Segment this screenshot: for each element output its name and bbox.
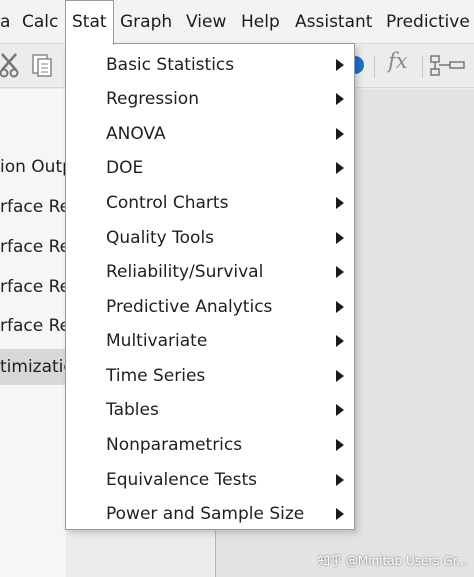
navigator-item[interactable]: rface Reg [0, 269, 66, 305]
menu-item-quality-tools[interactable]: Quality Tools [66, 221, 354, 255]
menu-item-doe[interactable]: DOE [66, 151, 354, 185]
menu-item-assistant[interactable]: Assistant [295, 0, 372, 44]
menu-item-label: Quality Tools [106, 228, 215, 248]
menu-item-regression[interactable]: Regression [66, 82, 354, 116]
menu-item-label: Equivalence Tests [106, 470, 258, 490]
menu-item-label: Time Series [106, 366, 206, 386]
menu-item-anova[interactable]: ANOVA [66, 117, 354, 151]
menu-item-label: Predictive Analytics [106, 297, 273, 317]
submenu-arrow-icon [336, 301, 344, 313]
submenu-arrow-icon [336, 335, 344, 347]
cut-icon[interactable] [0, 52, 22, 82]
submenu-arrow-icon [336, 370, 344, 382]
menu-item-help[interactable]: Help [241, 0, 280, 44]
menu-item-control-charts[interactable]: Control Charts [66, 186, 354, 220]
menu-bar: a Calc Stat Graph View Help Assistant Pr… [0, 0, 474, 45]
menu-item-stat[interactable]: Stat [65, 0, 114, 45]
submenu-arrow-icon [336, 197, 344, 209]
menu-item-label: Multivariate [106, 331, 208, 351]
menu-item-label: Control Charts [106, 193, 229, 213]
layout-icon[interactable] [430, 53, 470, 83]
navigator-item[interactable]: rface Reg [0, 189, 66, 225]
submenu-arrow-icon [336, 93, 344, 105]
menu-item-label: Power and Sample Size [106, 504, 305, 524]
toolbar-separator [374, 56, 375, 78]
paste-icon[interactable] [30, 52, 54, 82]
watermark: 知乎 @Minitab Users Gr... [318, 554, 468, 568]
submenu-arrow-icon [336, 59, 344, 71]
submenu-arrow-icon [336, 128, 344, 140]
submenu-arrow-icon [336, 439, 344, 451]
menu-item-basic-statistics[interactable]: Basic Statistics [66, 48, 354, 82]
menu-item-label: Regression [106, 89, 199, 109]
submenu-arrow-icon [336, 232, 344, 244]
formula-icon[interactable]: fx [388, 49, 408, 73]
navigator-item[interactable]: ion Outp [0, 149, 66, 185]
menu-item-predictive[interactable]: Predictive [386, 0, 470, 44]
submenu-arrow-icon [336, 474, 344, 486]
menu-item-label: ANOVA [106, 124, 166, 144]
navigator-item-selected[interactable]: timization [0, 349, 66, 385]
session-navigator: ion Outp rface Reg rface Reg rface Reg r… [0, 89, 66, 577]
menu-item-label: Reliability/Survival [106, 262, 264, 282]
submenu-arrow-icon [336, 162, 344, 174]
menu-item-tables[interactable]: Tables [66, 393, 354, 427]
navigator-item[interactable]: rface Reg [0, 308, 66, 344]
menu-item-nonparametrics[interactable]: Nonparametrics [66, 428, 354, 462]
menu-item-label: DOE [106, 158, 144, 178]
menu-item-label: Nonparametrics [106, 435, 243, 455]
menu-item-multivariate[interactable]: Multivariate [66, 324, 354, 358]
menu-item-graph[interactable]: Graph [120, 0, 172, 44]
menu-item-label: Basic Statistics [106, 55, 235, 75]
menu-item-predictive-analytics[interactable]: Predictive Analytics [66, 290, 354, 324]
stat-dropdown-menu: Basic Statistics Regression ANOVA DOE Co… [65, 43, 355, 530]
menu-item-equivalence-tests[interactable]: Equivalence Tests [66, 463, 354, 497]
menu-item-power-and-sample-size[interactable]: Power and Sample Size [66, 497, 354, 531]
toolbar-separator [422, 56, 423, 78]
navigator-item[interactable]: rface Reg [0, 229, 66, 265]
menu-item-time-series[interactable]: Time Series [66, 359, 354, 393]
menu-item-data[interactable]: a [0, 0, 10, 44]
submenu-arrow-icon [336, 404, 344, 416]
submenu-arrow-icon [336, 266, 344, 278]
menu-item-calc[interactable]: Calc [22, 0, 58, 44]
menu-item-reliability-survival[interactable]: Reliability/Survival [66, 255, 354, 289]
submenu-arrow-icon [336, 508, 344, 520]
menu-item-view[interactable]: View [186, 0, 226, 44]
menu-item-label: Tables [106, 400, 159, 420]
